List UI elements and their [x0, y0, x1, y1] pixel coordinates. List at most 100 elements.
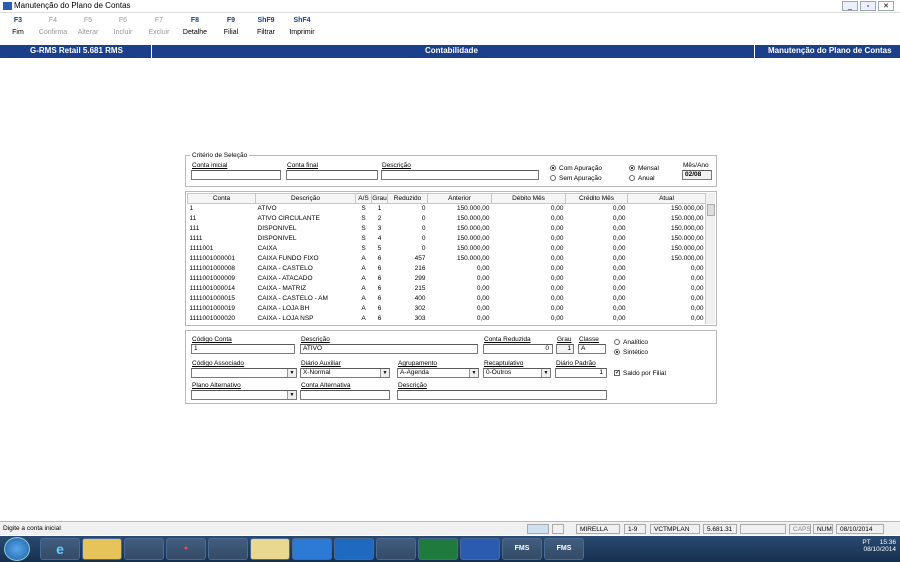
conta-inicial-input[interactable]	[191, 170, 281, 180]
table-cell: 6	[377, 305, 382, 312]
grau-input[interactable]: 1	[556, 344, 574, 354]
fkey-filtrar[interactable]: ShF9 Filtrar	[248, 17, 284, 36]
minimize-button[interactable]: _	[842, 1, 858, 11]
table-cell: 0,00	[550, 235, 564, 242]
grid-header-3[interactable]: Grau	[371, 193, 388, 204]
app-icon	[3, 2, 12, 10]
table-cell: CAIXA - CASTELO	[257, 265, 313, 272]
grid-scrollbar[interactable]	[705, 193, 715, 324]
tray-lang[interactable]: PT	[862, 539, 870, 546]
table-row[interactable]: 1111001000019 CAIXA - LOJA BH A 6 302 0,00 0,0…	[188, 304, 706, 314]
grid-header-8[interactable]: Atual	[627, 193, 705, 204]
table-cell: A	[361, 265, 366, 272]
diario-auxiliar-select[interactable]: X-Normal ▼	[300, 368, 390, 378]
table-row[interactable]: 1111001000015 CAIXA - CASTELO - AM A 6 400 0,…	[188, 294, 706, 304]
close-button[interactable]: ✕	[878, 1, 894, 11]
table-row[interactable]: 1111001000001 CAIXA FUNDO FIXO A 6 457 150.00…	[188, 254, 706, 264]
table-row[interactable]: 1111 DISPONIVEL S 4 0 150.000,00 0,00 0,00 150.0…	[188, 234, 706, 244]
window-title: Manutenção do Plano de Contas	[14, 1, 131, 10]
table-row[interactable]: 1111001000009 CAIXA - ATACADO A 6 299 0,00 0,0…	[188, 274, 706, 284]
taskbar-fms-1[interactable]: FMS	[502, 538, 542, 560]
word-icon[interactable]	[460, 538, 500, 560]
fkey-detalhe[interactable]: F8 Detalhe	[177, 17, 213, 36]
table-cell: 0,00	[690, 305, 704, 312]
descricao-input[interactable]: ATIVO	[300, 344, 478, 354]
table-cell: 302	[414, 305, 426, 312]
fkey-filial[interactable]: F9 Filial	[213, 17, 249, 36]
table-cell: CAIXA	[257, 245, 278, 252]
conta-reduzida-input[interactable]: 0	[483, 344, 553, 354]
conta-alternativa-input[interactable]	[300, 390, 390, 400]
table-cell: A	[361, 275, 366, 282]
descricao-filter-label: Descrição	[382, 162, 411, 169]
fkey-alterar[interactable]: F5 Alterar	[70, 17, 106, 36]
media-icon[interactable]	[124, 538, 164, 560]
chevron-down-icon: ▼	[469, 369, 478, 377]
table-row[interactable]: 1111001000020 CAIXA - LOJA NSP A 6 303 0,00 0,…	[188, 314, 706, 324]
fkey-imprimir[interactable]: ShF4 Imprimir	[284, 17, 320, 36]
table-cell: 0,00	[612, 255, 626, 262]
fkey-fim[interactable]: F3 Fim	[0, 17, 36, 36]
table-row[interactable]: 111 DISPONIVEL S 3 0 150.000,00 0,00 0,00 150.00…	[188, 224, 706, 234]
explorer-icon[interactable]	[82, 538, 122, 560]
chrome-icon[interactable]: ●	[166, 538, 206, 560]
tray-time[interactable]: 15:36	[880, 539, 896, 546]
table-row[interactable]: 1111001000008 CAIXA - CASTELO A 6 216 0,00 0,0…	[188, 264, 706, 274]
mensal-radio[interactable]: Mensal	[629, 165, 659, 172]
anual-radio[interactable]: Anual	[629, 175, 655, 182]
chevron-down-icon: ▼	[287, 369, 296, 377]
table-cell: 1111001	[189, 245, 214, 252]
fkey-excluir[interactable]: F7 Excluir	[141, 17, 177, 36]
taskbar-fms-2[interactable]: FMS	[544, 538, 584, 560]
sem-apuracao-radio[interactable]: Sem Apuração	[550, 175, 602, 182]
table-cell: 0,00	[550, 245, 564, 252]
descricao-filter-input[interactable]	[381, 170, 539, 180]
table-row[interactable]: 1111001 CAIXA S 5 0 150.000,00 0,00 0,00 150.000…	[188, 244, 706, 254]
table-cell: 2	[377, 215, 382, 222]
diario-padrao-input[interactable]: 1	[555, 368, 607, 378]
table-row[interactable]: 1111001000014 CAIXA - MATRIZ A 6 215 0,00 0,00…	[188, 284, 706, 294]
grid-header-5[interactable]: Anterior	[427, 193, 492, 204]
grid-header-1[interactable]: Descrição	[255, 193, 356, 204]
plano-alternativo-select[interactable]: ▼	[191, 390, 297, 400]
app-icon-3[interactable]	[376, 538, 416, 560]
grid-header-0[interactable]: Conta	[187, 193, 256, 204]
taskbar: e ● FMS FMS PT 15:36 08/10/2014	[0, 536, 900, 562]
classe-input[interactable]: A	[578, 344, 606, 354]
monitor-icon	[527, 524, 549, 534]
descricao-alternativa-input[interactable]	[397, 390, 607, 400]
grid-header-7[interactable]: Crédito Mês	[565, 193, 628, 204]
mes-ano-input[interactable]: 02/08	[682, 170, 712, 180]
table-cell: A	[361, 305, 366, 312]
codigo-conta-input[interactable]: 1	[191, 344, 295, 354]
outlook-icon[interactable]	[334, 538, 374, 560]
grid-header-6[interactable]: Débito Mês	[491, 193, 566, 204]
saldo-por-filial-checkbox[interactable]: ✓ Saldo por Filial	[614, 370, 666, 377]
fkey-incluir[interactable]: F6 Incluir	[105, 17, 141, 36]
recaptulativo-select[interactable]: 0-Outros ▼	[483, 368, 551, 378]
com-apuracao-radio[interactable]: Com Apuração	[550, 165, 602, 172]
app-icon-2[interactable]	[208, 538, 248, 560]
ie-icon[interactable]: e	[40, 538, 80, 560]
fkey-confirma[interactable]: F4 Confirma	[35, 17, 71, 36]
start-button[interactable]	[4, 537, 30, 561]
grid-header-2[interactable]: A/S	[355, 193, 372, 204]
agrupamento-select[interactable]: A-Agenda ▼	[397, 368, 479, 378]
table-cell: 0,00	[612, 305, 626, 312]
table-row[interactable]: 11 ATIVO CIRCULANTE S 2 0 150.000,00 0,00 0,00 1…	[188, 214, 706, 224]
notes-icon[interactable]	[250, 538, 290, 560]
analitico-radio[interactable]: Analítico	[614, 339, 648, 346]
table-cell: 0,00	[690, 265, 704, 272]
grid-header-4[interactable]: Reduzido	[387, 193, 428, 204]
table-row[interactable]: 1 ATIVO S 1 0 150.000,00 0,00 0,00 150.000,00	[188, 204, 706, 214]
plano-alternativo-label: Plano Alternativo	[192, 382, 241, 389]
excel-icon[interactable]	[418, 538, 458, 560]
tray-date[interactable]: 08/10/2014	[863, 546, 896, 553]
lync-icon[interactable]	[292, 538, 332, 560]
conta-inicial-label: Conta inicial	[192, 162, 228, 169]
codigo-associado-select[interactable]: ▼	[191, 368, 297, 378]
restore-button[interactable]: ▫	[860, 1, 876, 11]
sintetico-radio[interactable]: Sintético	[614, 349, 648, 356]
conta-final-input[interactable]	[286, 170, 378, 180]
scroll-thumb[interactable]	[707, 204, 715, 216]
